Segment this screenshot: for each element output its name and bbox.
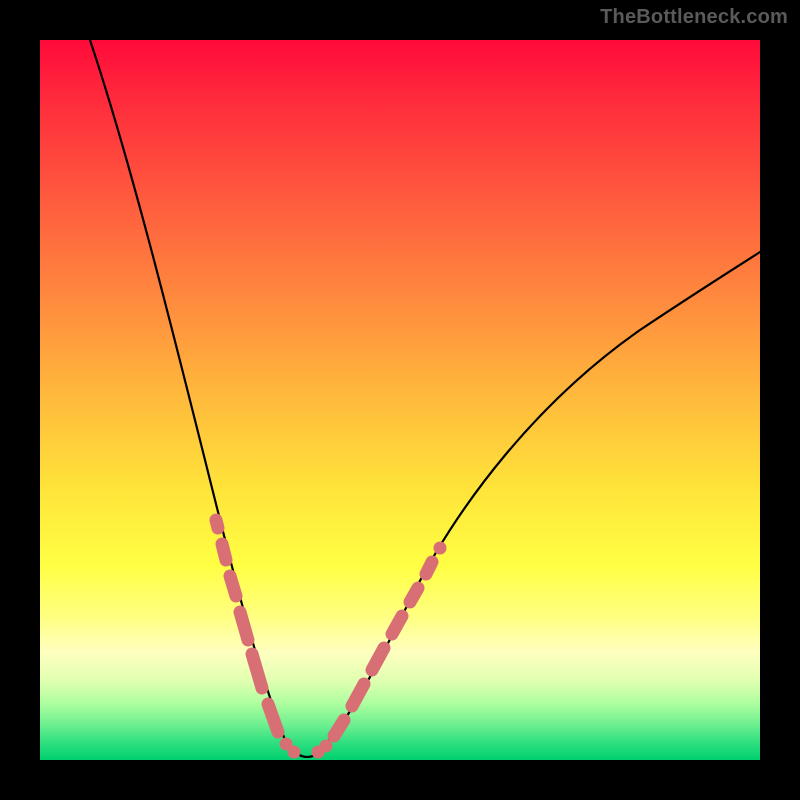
bottleneck-plot xyxy=(40,40,760,760)
chart-frame xyxy=(40,40,760,760)
bottleneck-curve xyxy=(90,40,760,757)
highlight-dots-left xyxy=(216,520,301,759)
watermark-text: TheBottleneck.com xyxy=(600,6,788,29)
highlight-dots-right xyxy=(312,542,447,759)
